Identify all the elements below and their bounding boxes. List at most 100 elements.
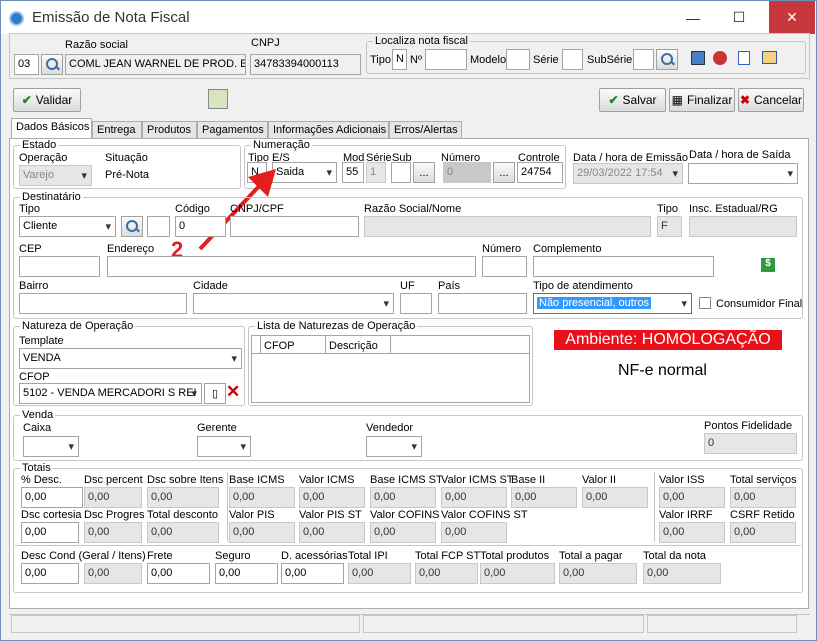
uf-input[interactable] — [400, 293, 432, 314]
tab-informacoes-adicionais[interactable]: Informações Adicionais — [268, 121, 389, 139]
cfop-delete-icon[interactable]: ✕ — [226, 383, 244, 403]
total-label: Valor ICMS ST — [441, 474, 514, 486]
tab-erros-alertas[interactable]: Erros/Alertas — [389, 121, 462, 139]
window: Emissão de Nota Fiscal — ☐ ✕ 03 Razão so… — [0, 0, 817, 641]
numero-browse-button[interactable]: ... — [493, 162, 515, 183]
total-label: CSRF Retido — [730, 509, 795, 521]
total-field[interactable]: 0,00 — [21, 522, 79, 543]
localiza-search-button[interactable] — [656, 49, 678, 70]
bairro-input[interactable] — [19, 293, 187, 314]
company-code-input[interactable]: 03 — [14, 54, 39, 75]
dest-tipo-select[interactable]: Cliente — [19, 216, 116, 237]
tab-produtos[interactable]: Produtos — [142, 121, 197, 139]
dest-search-button[interactable] — [121, 216, 143, 237]
controle-input[interactable]: 24754 — [517, 162, 563, 183]
vendedor-select[interactable] — [366, 436, 422, 457]
status-panel-2 — [363, 615, 644, 633]
salvar-label: Salvar — [622, 93, 657, 107]
maximize-button[interactable]: ☐ — [722, 1, 756, 34]
total-field: 0,00 — [147, 487, 219, 508]
cpf-input[interactable] — [230, 216, 359, 237]
mod-input[interactable]: 55 — [342, 162, 364, 183]
finalizar-button[interactable]: ▦ Finalizar — [669, 88, 735, 112]
numero-dest-input[interactable] — [482, 256, 527, 277]
money-icon[interactable]: $ — [761, 258, 775, 272]
close-button[interactable]: ✕ — [769, 1, 815, 34]
total-field[interactable]: 0,00 — [215, 563, 278, 584]
total-field: 0,00 — [659, 487, 725, 508]
totais-divider — [654, 472, 655, 542]
numero-input[interactable]: 0 — [443, 162, 491, 183]
total-field[interactable]: 0,00 — [147, 563, 210, 584]
uf-label: UF — [400, 280, 415, 292]
cancelar-button[interactable]: ✖ Cancelar — [738, 88, 804, 112]
gerente-select[interactable] — [197, 436, 251, 457]
total-label: Base ICMS — [229, 474, 285, 486]
cidade-select[interactable] — [193, 293, 394, 314]
total-label: Total serviços — [730, 474, 797, 486]
total-field: 0,00 — [84, 522, 142, 543]
saida-label: Data / hora de Saída — [689, 149, 791, 161]
cancel-icon: ✖ — [739, 93, 751, 107]
caixa-select[interactable] — [23, 436, 79, 457]
document-list-icon[interactable] — [691, 51, 705, 65]
tab-entrega[interactable]: Entrega — [92, 121, 142, 139]
natureza-title: Natureza de Operação — [20, 320, 136, 332]
complemento-label: Complemento — [533, 243, 602, 255]
document-icon[interactable] — [738, 51, 750, 65]
sub-input[interactable] — [391, 162, 411, 183]
destinatario-title: Destinatário — [20, 191, 83, 203]
template-select[interactable]: VENDA — [19, 348, 242, 369]
total-field: 0,00 — [370, 522, 436, 543]
cfop-edit-icon[interactable]: ▯ — [204, 383, 226, 404]
gerente-label: Gerente — [197, 422, 237, 434]
cpf-label: CNPJ/CPF — [230, 203, 284, 215]
total-field[interactable]: 0,00 — [281, 563, 344, 584]
complemento-input[interactable] — [533, 256, 714, 277]
vendedor-label: Vendedor — [366, 422, 414, 434]
tab-dados-basicos[interactable]: Dados Básicos — [11, 118, 92, 140]
validar-button[interactable]: ✔ Validar — [13, 88, 81, 112]
cfop-select[interactable]: 5102 - VENDA MERCADORI S REI — [19, 383, 202, 404]
total-field: 0,00 — [659, 522, 725, 543]
cep-input[interactable] — [19, 256, 100, 277]
serie-input[interactable]: 1 — [366, 162, 386, 183]
localiza-modelo-label: Modelo — [470, 54, 507, 66]
tab-pagamentos[interactable]: Pagamentos — [197, 121, 268, 139]
consumidor-checkbox[interactable] — [699, 297, 711, 309]
razao-social-label: Razão social — [65, 39, 128, 51]
total-field[interactable]: 0,00 — [21, 487, 83, 508]
total-label: Dsc sobre Itens — [147, 474, 224, 486]
total-field: 0,00 — [730, 522, 796, 543]
truck-icon[interactable] — [208, 89, 228, 109]
salvar-button[interactable]: ✔ Salvar — [599, 88, 666, 112]
printer-icon[interactable] — [713, 51, 727, 65]
sub-browse-button[interactable]: ... — [413, 162, 435, 183]
title-bar: Emissão de Nota Fiscal — ☐ ✕ — [1, 1, 816, 34]
localiza-modelo-input[interactable] — [506, 49, 530, 70]
pais-input[interactable] — [438, 293, 527, 314]
cnpj-label: CNPJ — [251, 37, 280, 49]
total-field[interactable]: 0,00 — [21, 563, 79, 584]
endereco-input[interactable] — [107, 256, 476, 277]
localiza-serie-input[interactable] — [562, 49, 583, 70]
minimize-button[interactable]: — — [676, 1, 710, 34]
total-field: 0,00 — [643, 563, 721, 584]
dest-aux-input[interactable] — [147, 216, 170, 237]
grid-icon[interactable] — [762, 51, 777, 64]
ambiente-badge: Ambiente: HOMOLOGAÇÃO — [554, 330, 782, 350]
operacao-select[interactable]: Varejo — [19, 165, 92, 186]
localiza-tipo-input[interactable]: N — [392, 49, 407, 70]
codigo-input[interactable]: 0 — [175, 216, 226, 237]
saida-input[interactable] — [688, 163, 798, 184]
lista-col-descricao[interactable]: Descrição — [329, 340, 378, 352]
emissao-input[interactable]: 29/03/2022 17:54 — [573, 163, 683, 184]
total-label: Total desconto — [147, 509, 218, 521]
localiza-numero-input[interactable] — [425, 49, 467, 70]
razao-nome-label: Razão Social/Nome — [364, 203, 462, 215]
localiza-subserie-input[interactable] — [633, 49, 654, 70]
consumidor-label: Consumidor Final — [716, 298, 803, 310]
lista-col-cfop[interactable]: CFOP — [264, 340, 295, 352]
atendimento-select[interactable]: Não presencial, outros — [533, 293, 692, 314]
company-search-button[interactable] — [41, 54, 63, 75]
